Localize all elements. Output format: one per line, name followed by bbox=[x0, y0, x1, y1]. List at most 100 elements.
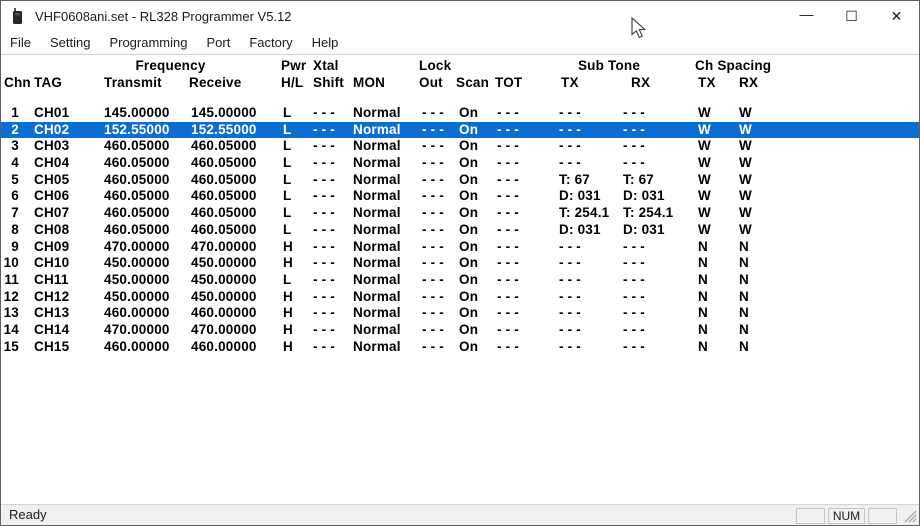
maximize-button[interactable]: ☐ bbox=[829, 1, 874, 31]
menu-item-factory[interactable]: Factory bbox=[248, 33, 293, 52]
cell-shift: - - - bbox=[313, 272, 335, 289]
cell-tag: CH06 bbox=[34, 188, 69, 205]
channel-row[interactable]: 14CH14470.00000470.00000H- - -Normal- - … bbox=[1, 322, 919, 339]
cell-out: - - - bbox=[422, 322, 444, 339]
channel-row[interactable]: 10CH10450.00000450.00000H- - -Normal- - … bbox=[1, 255, 919, 272]
cell-pwr: L bbox=[283, 105, 291, 122]
cell-st_rx: - - - bbox=[623, 239, 645, 256]
channel-row[interactable]: 6CH06460.05000460.05000L- - -Normal- - -… bbox=[1, 188, 919, 205]
cell-st_tx: - - - bbox=[559, 138, 581, 155]
cell-mon: Normal bbox=[353, 122, 401, 139]
header-group-pwr: Pwr bbox=[281, 58, 306, 73]
cell-st_tx: - - - bbox=[559, 272, 581, 289]
cell-st_rx: D: 031 bbox=[623, 222, 665, 239]
menu-item-programming[interactable]: Programming bbox=[108, 33, 188, 52]
cell-st_tx: - - - bbox=[559, 155, 581, 172]
channel-row[interactable]: 3CH03460.05000460.05000L- - -Normal- - -… bbox=[1, 138, 919, 155]
cell-scan: On bbox=[459, 222, 478, 239]
cell-cs_tx: N bbox=[698, 305, 708, 322]
cell-pwr: L bbox=[283, 222, 291, 239]
cell-out: - - - bbox=[422, 339, 444, 356]
channel-row[interactable]: 15CH15460.00000460.00000H- - -Normal- - … bbox=[1, 339, 919, 356]
cell-out: - - - bbox=[422, 172, 444, 189]
cell-mon: Normal bbox=[353, 239, 401, 256]
cell-shift: - - - bbox=[313, 305, 335, 322]
cell-st_rx: - - - bbox=[623, 255, 645, 272]
channel-row[interactable]: 12CH12450.00000450.00000H- - -Normal- - … bbox=[1, 289, 919, 306]
cell-chn: 1 bbox=[1, 105, 19, 122]
cell-pwr: L bbox=[283, 272, 291, 289]
cell-tot: - - - bbox=[497, 105, 519, 122]
cell-shift: - - - bbox=[313, 122, 335, 139]
cell-cs_tx: W bbox=[698, 155, 711, 172]
num-lock-indicator: NUM bbox=[833, 509, 860, 523]
channel-row[interactable]: 5CH05460.05000460.05000L- - -Normal- - -… bbox=[1, 172, 919, 189]
header-group-xtal: Xtal bbox=[313, 58, 339, 73]
cell-receive: 460.05000 bbox=[191, 138, 257, 155]
cell-receive: 460.05000 bbox=[191, 155, 257, 172]
cell-out: - - - bbox=[422, 255, 444, 272]
cell-st_tx: - - - bbox=[559, 339, 581, 356]
cell-mon: Normal bbox=[353, 305, 401, 322]
cell-tot: - - - bbox=[497, 239, 519, 256]
cell-st_tx: - - - bbox=[559, 322, 581, 339]
cell-cs_tx: W bbox=[698, 105, 711, 122]
cell-cs_rx: N bbox=[739, 272, 749, 289]
channel-row[interactable]: 8CH08460.05000460.05000L- - -Normal- - -… bbox=[1, 222, 919, 239]
header-subtone-rx: RX bbox=[631, 75, 650, 90]
channel-row[interactable]: 4CH04460.05000460.05000L- - -Normal- - -… bbox=[1, 155, 919, 172]
cell-transmit: 460.05000 bbox=[104, 155, 170, 172]
channel-row[interactable]: 1CH01145.00000145.00000L- - -Normal- - -… bbox=[1, 105, 919, 122]
channel-table: Frequency Pwr Xtal Lock Sub Tone Ch Spac… bbox=[1, 56, 919, 506]
menu-item-help[interactable]: Help bbox=[311, 33, 340, 52]
cell-st_rx: - - - bbox=[623, 138, 645, 155]
cell-transmit: 460.05000 bbox=[104, 205, 170, 222]
cell-out: - - - bbox=[422, 155, 444, 172]
cell-tot: - - - bbox=[497, 322, 519, 339]
cell-out: - - - bbox=[422, 205, 444, 222]
menu-item-file[interactable]: File bbox=[9, 33, 32, 52]
header-shift: Shift bbox=[313, 75, 344, 90]
cell-cs_rx: W bbox=[739, 188, 752, 205]
cell-st_tx: - - - bbox=[559, 305, 581, 322]
cell-tag: CH15 bbox=[34, 339, 69, 356]
cell-cs_tx: N bbox=[698, 322, 708, 339]
header-subtone-tx: TX bbox=[561, 75, 579, 90]
channel-row[interactable]: 9CH09470.00000470.00000H- - -Normal- - -… bbox=[1, 239, 919, 256]
cell-out: - - - bbox=[422, 138, 444, 155]
cell-cs_rx: N bbox=[739, 239, 749, 256]
channel-row[interactable]: 2CH02152.55000152.55000L- - -Normal- - -… bbox=[1, 122, 919, 139]
cell-st_tx: D: 031 bbox=[559, 222, 601, 239]
channel-row[interactable]: 7CH07460.05000460.05000L- - -Normal- - -… bbox=[1, 205, 919, 222]
app-window: { "window": { "title": "VHF0608ani.set -… bbox=[0, 0, 920, 526]
minimize-button[interactable]: — bbox=[784, 1, 829, 31]
cell-cs_tx: N bbox=[698, 255, 708, 272]
resize-grip-icon[interactable] bbox=[903, 509, 917, 523]
channel-row[interactable]: 11CH11450.00000450.00000L- - -Normal- - … bbox=[1, 272, 919, 289]
cell-cs_rx: N bbox=[739, 339, 749, 356]
cell-cs_rx: N bbox=[739, 305, 749, 322]
cell-pwr: L bbox=[283, 205, 291, 222]
cell-shift: - - - bbox=[313, 155, 335, 172]
cell-receive: 460.05000 bbox=[191, 188, 257, 205]
cell-cs_rx: N bbox=[739, 289, 749, 306]
cell-st_rx: - - - bbox=[623, 289, 645, 306]
header-out: Out bbox=[419, 75, 443, 90]
menu-item-port[interactable]: Port bbox=[205, 33, 231, 52]
cell-tag: CH03 bbox=[34, 138, 69, 155]
close-button[interactable]: ✕ bbox=[874, 1, 919, 31]
cell-pwr: H bbox=[283, 322, 293, 339]
cell-receive: 460.05000 bbox=[191, 222, 257, 239]
cell-mon: Normal bbox=[353, 222, 401, 239]
menu-item-setting[interactable]: Setting bbox=[49, 33, 91, 52]
cell-cs_tx: W bbox=[698, 222, 711, 239]
cell-chn: 4 bbox=[1, 155, 19, 172]
cell-st_rx: - - - bbox=[623, 322, 645, 339]
title-bar[interactable]: VHF0608ani.set - RL328 Programmer V5.12 … bbox=[1, 1, 919, 31]
cell-cs_tx: N bbox=[698, 239, 708, 256]
channel-row[interactable]: 13CH13460.00000460.00000H- - -Normal- - … bbox=[1, 305, 919, 322]
cell-scan: On bbox=[459, 122, 478, 139]
status-pane-caps bbox=[796, 508, 825, 524]
cell-tot: - - - bbox=[497, 272, 519, 289]
status-bar: Ready NUM bbox=[1, 504, 919, 525]
